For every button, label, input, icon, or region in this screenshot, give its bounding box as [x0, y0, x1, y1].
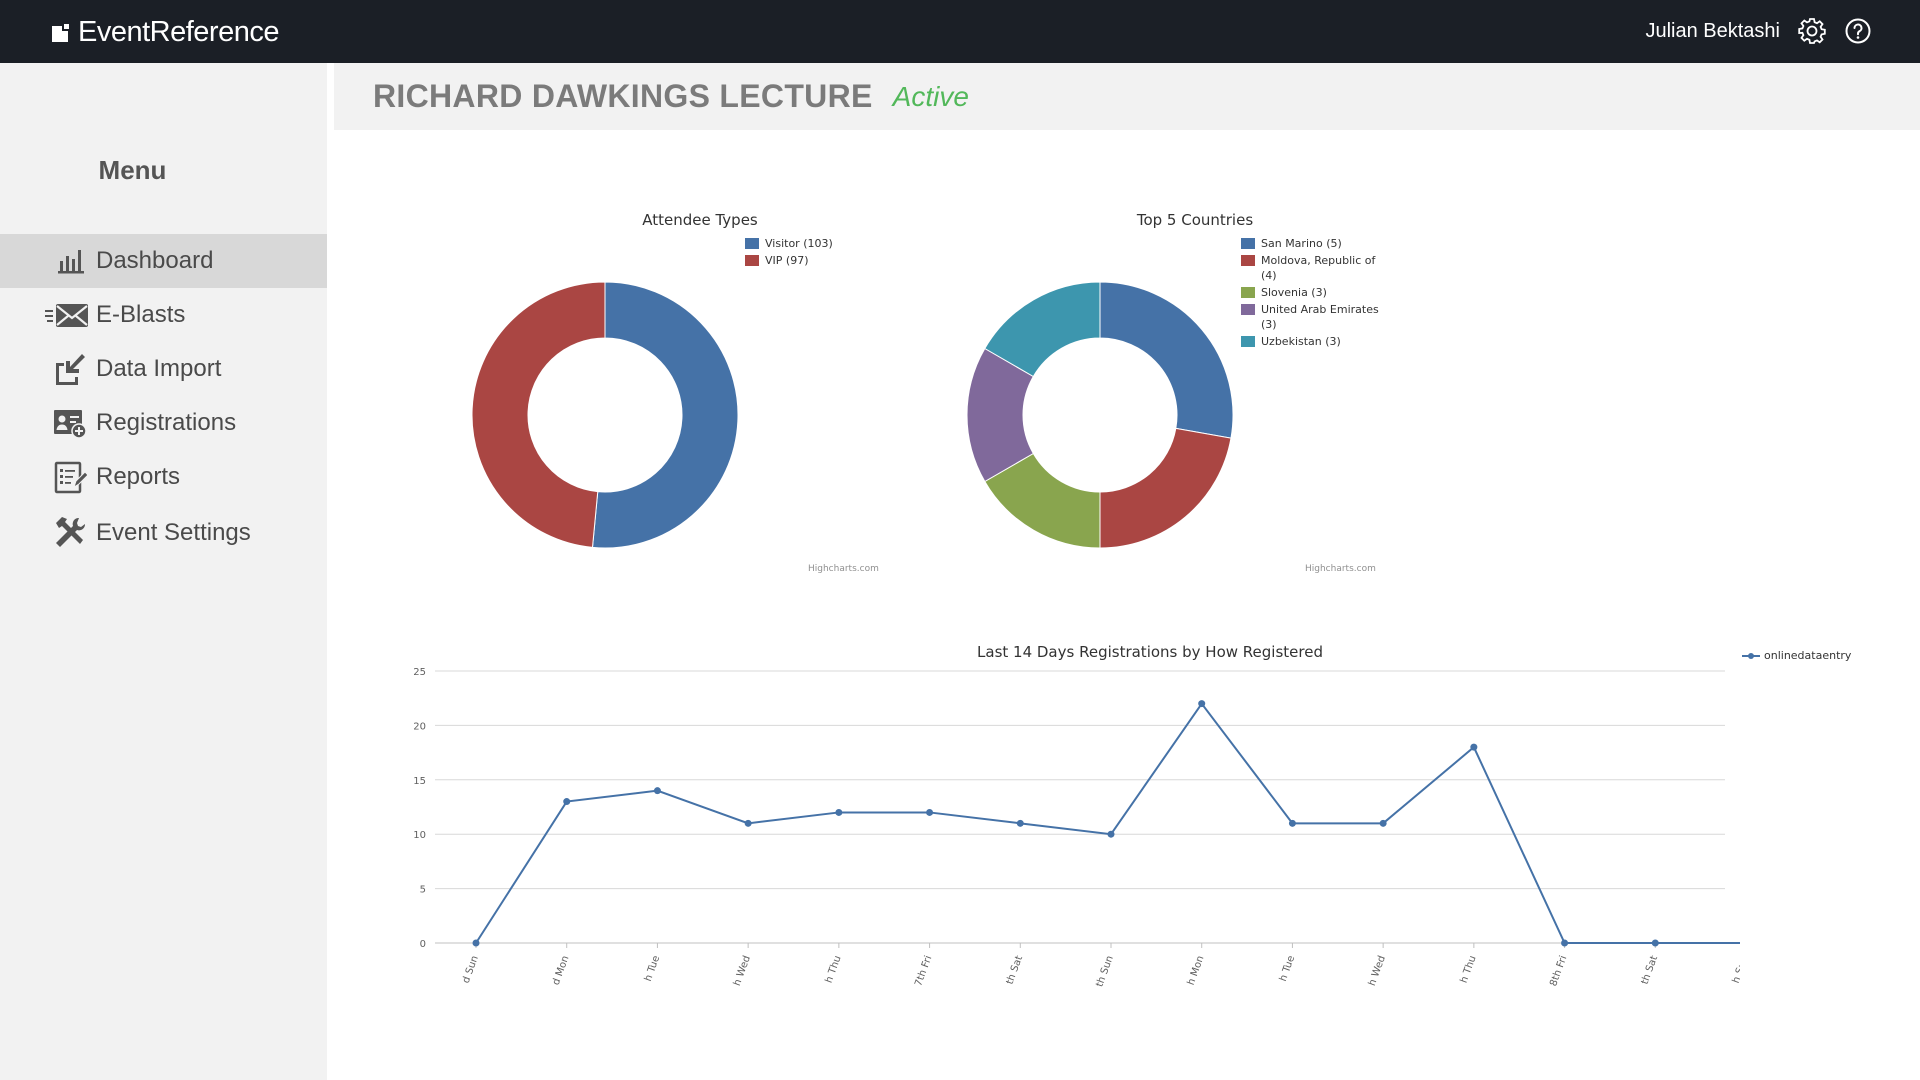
pie-slice[interactable]	[591, 281, 739, 549]
sidebar-item-e-blasts[interactable]: E-Blasts	[0, 288, 327, 342]
help-circle-icon[interactable]	[1844, 17, 1872, 45]
x-tick-label: h Sun	[1731, 954, 1740, 985]
x-tick-label: h Thu	[1459, 954, 1479, 984]
data-point[interactable]	[1561, 939, 1569, 947]
brand-logo[interactable]: EventReference	[52, 16, 279, 48]
chart-credits[interactable]: Highcharts.com	[808, 564, 879, 574]
data-point[interactable]	[1016, 819, 1024, 827]
y-tick-label: 0	[420, 939, 426, 950]
legend-item[interactable]: onlinedataentry	[1742, 648, 1851, 663]
x-tick-label: h Mon	[1186, 954, 1207, 987]
sidebar-item-label: Reports	[96, 463, 181, 490]
sidebar: Menu Dashboard E-Blasts Data Import Regi…	[0, 63, 327, 1080]
sidebar-item-label: E-Blasts	[96, 301, 186, 328]
data-point[interactable]	[1107, 830, 1115, 838]
menu-title: Menu	[98, 155, 167, 185]
data-point[interactable]	[1470, 743, 1478, 751]
bar-chart-icon	[52, 243, 88, 279]
legend-swatch	[745, 238, 759, 249]
legend-item[interactable]: United Arab Emirates (3)	[1241, 302, 1381, 332]
registration-card-icon	[52, 405, 88, 441]
pie-slice[interactable]	[1099, 427, 1232, 549]
legend-item[interactable]: VIP (97)	[745, 253, 808, 268]
data-point[interactable]	[1288, 819, 1296, 827]
sidebar-item-label: Event Settings	[96, 519, 251, 546]
legend-item[interactable]: Moldova, Republic of (4)	[1241, 253, 1381, 283]
x-tick-label: d Sun	[461, 954, 481, 985]
tools-icon	[52, 515, 88, 551]
chart-title: Top 5 Countries	[1136, 211, 1254, 229]
x-tick-label: h Wed	[1367, 954, 1388, 987]
y-tick-label: 25	[413, 667, 426, 678]
x-tick-label: h Tue	[643, 954, 662, 983]
data-point[interactable]	[1198, 700, 1206, 708]
sidebar-item-reports[interactable]: Reports	[0, 450, 327, 504]
x-tick-label: th Sun	[1094, 954, 1115, 988]
data-point[interactable]	[926, 808, 934, 816]
sidebar-item-label: Registrations	[96, 409, 237, 436]
pie-slice[interactable]	[471, 281, 606, 548]
series-line	[475, 701, 1740, 944]
legend-label: United Arab Emirates (3)	[1261, 303, 1379, 331]
y-tick-label: 5	[420, 885, 426, 896]
y-tick-label: 15	[413, 776, 426, 787]
top-navbar: EventReference Julian Bektashi	[0, 0, 1920, 63]
y-tick-label: 10	[413, 830, 426, 841]
y-tick-label: 20	[413, 721, 426, 732]
donut-chart-plot	[471, 281, 739, 549]
x-tick-label: th Sat	[1640, 954, 1661, 986]
report-icon	[52, 459, 88, 495]
legend-item[interactable]: San Marino (5)	[1241, 236, 1381, 251]
envelope-send-icon	[44, 297, 90, 333]
brand-name: EventReference	[78, 15, 279, 48]
data-point[interactable]	[1651, 939, 1659, 947]
x-tick-label: h Tue	[1278, 954, 1297, 983]
page-title: RICHARD DAWKINGS LECTURE	[373, 78, 873, 114]
data-point[interactable]	[835, 808, 843, 816]
sidebar-item-label: Data Import	[96, 355, 222, 382]
data-point[interactable]	[1379, 819, 1387, 827]
user-name[interactable]: Julian Bektashi	[1645, 20, 1780, 43]
legend-swatch	[1241, 255, 1255, 266]
user-area: Julian Bektashi	[1645, 14, 1872, 48]
legend-label: Uzbekistan (3)	[1261, 335, 1341, 348]
data-point[interactable]	[744, 819, 752, 827]
sidebar-item-data-import[interactable]: Data Import	[0, 342, 327, 396]
x-tick-label: 8th Fri	[1548, 954, 1569, 988]
legend-swatch	[745, 255, 759, 266]
chart-credits[interactable]: Highcharts.com	[1305, 564, 1376, 574]
legend-marker	[1742, 652, 1760, 659]
logo-icon	[52, 22, 74, 42]
import-icon	[52, 351, 88, 387]
legend-label: onlinedataentry	[1764, 649, 1852, 662]
legend-label: VIP (97)	[765, 254, 809, 267]
legend-item[interactable]: Uzbekistan (3)	[1241, 334, 1381, 349]
legend-item[interactable]: Visitor (103)	[745, 236, 833, 251]
pie-slice[interactable]	[1099, 281, 1234, 439]
sidebar-item-event-settings[interactable]: Event Settings	[0, 506, 327, 560]
gear-icon[interactable]	[1798, 17, 1826, 45]
legend-swatch	[1241, 238, 1255, 249]
x-tick-label: th Sat	[1005, 954, 1026, 986]
event-header: RICHARD DAWKINGS LECTURE Active	[334, 63, 1920, 130]
chart-title: Attendee Types	[642, 211, 758, 229]
x-tick-label: h Thu	[824, 954, 844, 984]
x-tick-label: 7th Fri	[913, 954, 934, 988]
donut-chart-plot	[966, 281, 1234, 549]
data-point[interactable]	[653, 787, 661, 795]
legend-label: San Marino (5)	[1261, 237, 1342, 250]
legend-label: Slovenia (3)	[1261, 286, 1327, 299]
status-badge: Active	[892, 80, 969, 112]
line-chart-plot: 0 5 10 15 20 25 d Sun d Mon h Tue h Wed h Thu 7th F…	[413, 667, 1740, 989]
legend-item[interactable]: Slovenia (3)	[1241, 285, 1381, 300]
x-tick-label: d Mon	[551, 954, 572, 987]
x-tick-label: h Wed	[732, 954, 753, 987]
sidebar-item-registrations[interactable]: Registrations	[0, 396, 327, 450]
legend-label: Moldova, Republic of (4)	[1261, 254, 1376, 282]
data-point[interactable]	[472, 939, 480, 947]
data-point[interactable]	[563, 798, 571, 806]
legend-label: Visitor (103)	[765, 237, 833, 250]
sidebar-item-dashboard[interactable]: Dashboard	[0, 234, 327, 288]
sidebar-item-label: Dashboard	[96, 247, 214, 274]
